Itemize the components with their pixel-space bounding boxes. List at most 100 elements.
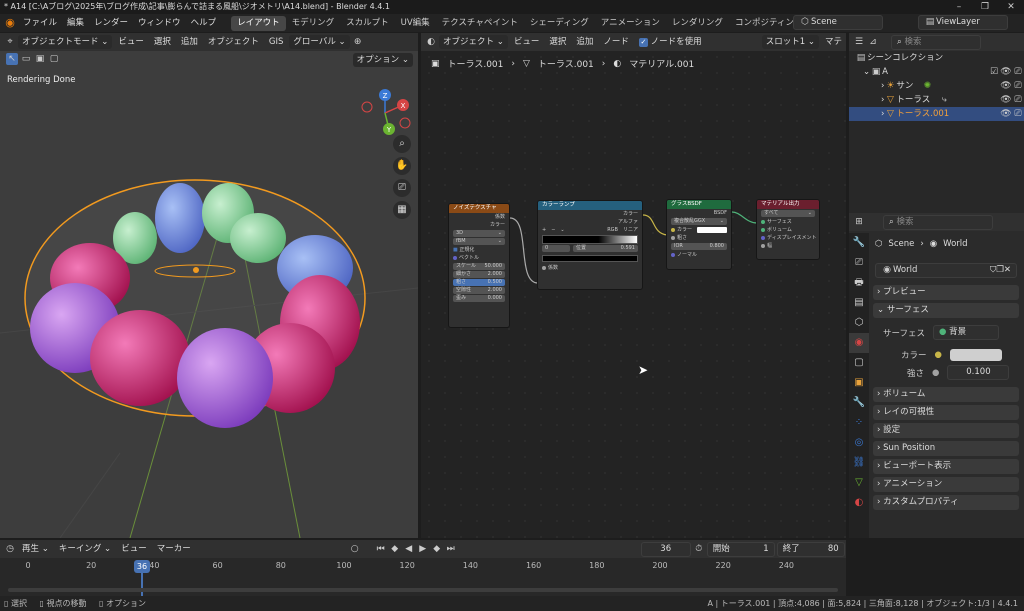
panel-sun-position[interactable]: › Sun Position bbox=[873, 441, 1019, 456]
output-fac[interactable]: 係数 bbox=[449, 213, 509, 221]
particles-tab-icon[interactable]: ⁘ bbox=[849, 413, 869, 433]
outliner[interactable]: ☰ ⊿ ⌕ 検索 ▤ シーンコレクション ⌄ ▣ A ☑ 👁 ⎚ › ☀ サン ✺ 👁 ⎚ › ▽ トーラ… bbox=[849, 33, 1024, 213]
stopwatch-icon[interactable]: ⏱ bbox=[693, 543, 705, 555]
tab-rendering[interactable]: レンダリング bbox=[666, 16, 729, 31]
current-frame-field[interactable]: 36 bbox=[640, 541, 691, 557]
zoom-icon[interactable]: ⌕ bbox=[393, 135, 411, 153]
timeline-menu-keying[interactable]: キーイング ⌄ bbox=[55, 541, 115, 557]
eye-icon[interactable]: 👁 bbox=[1000, 80, 1012, 92]
eye-icon[interactable]: 👁 bbox=[1000, 66, 1012, 78]
field-distortion[interactable]: 歪み 0.000 bbox=[453, 295, 505, 302]
color-ramp-node[interactable]: カラーランプ カラー アルファ + − ⌄ RGB リニア 0 位置 0.591 … bbox=[537, 200, 643, 290]
record-icon[interactable]: ○ bbox=[349, 543, 361, 555]
output-bsdf[interactable]: BSDF bbox=[667, 209, 731, 217]
physics-tab-icon[interactable]: ◎ bbox=[849, 433, 869, 453]
camera-icon[interactable]: ⎚ bbox=[393, 179, 411, 197]
play-reverse-icon[interactable]: ◀ bbox=[403, 543, 415, 555]
tab-texture-paint[interactable]: テクスチャペイント bbox=[436, 16, 524, 31]
panel-custom-props[interactable]: › カスタムプロパティ bbox=[873, 495, 1019, 510]
unlink-icon[interactable]: ✕ bbox=[1004, 264, 1011, 277]
render-tab-icon[interactable]: ⎚ bbox=[849, 253, 869, 273]
field-lacunarity[interactable]: 空隙性 2.000 bbox=[453, 287, 505, 294]
duplicate-icon[interactable]: ❐ bbox=[996, 264, 1004, 277]
tab-uv[interactable]: UV編集 bbox=[395, 16, 436, 31]
world-datablock[interactable]: ◉ World ⛉ ❐ ✕ bbox=[875, 263, 1017, 278]
output-color[interactable]: カラー bbox=[538, 210, 642, 218]
scene-selector[interactable]: ⬡ Scene bbox=[793, 15, 883, 30]
close-button[interactable]: ✕ bbox=[998, 0, 1024, 14]
outliner-row-collection-a[interactable]: ⌄ ▣ A ☑ 👁 ⎚ bbox=[849, 65, 1024, 79]
constraints-tab-icon[interactable]: ⛓ bbox=[849, 453, 869, 473]
jump-start-icon[interactable]: ⏮ bbox=[375, 543, 387, 555]
properties-editor[interactable]: ⊞ ⌕ 検索 🔧 ⎚ 🖶 ▤ ⬡ ◉ ▢ ▣ 🔧 ⁘ ◎ ⛓ ▽ ◐ ⬡ Scen… bbox=[849, 213, 1024, 538]
timeline-menu-view[interactable]: ビュー bbox=[117, 541, 151, 557]
timeline-menu-playback[interactable]: 再生 ⌄ bbox=[18, 541, 53, 557]
stop-position-field[interactable]: 位置 0.591 bbox=[573, 245, 638, 252]
interp-dropdown[interactable]: リニア bbox=[623, 226, 638, 234]
noise-type-dropdown[interactable]: fBM ⌄ bbox=[453, 238, 505, 245]
color-swatch[interactable] bbox=[949, 349, 1002, 361]
tab-modeling[interactable]: モデリング bbox=[286, 16, 341, 31]
next-key-icon[interactable]: ◆ bbox=[431, 543, 443, 555]
glass-bsdf-node[interactable]: グラスBSDF BSDF 複合散乱GGX ⌄ カラー 粗さ IOR 0.800 ノー… bbox=[666, 199, 732, 270]
field-detail[interactable]: 細かさ 2.000 bbox=[453, 271, 505, 278]
maximize-button[interactable]: ❐ bbox=[972, 0, 998, 14]
start-frame-field[interactable]: 開始 1 bbox=[706, 541, 775, 557]
camera-icon[interactable]: ⎚ bbox=[1012, 94, 1024, 106]
pan-hand-icon[interactable]: ✋ bbox=[393, 157, 411, 175]
panel-surface[interactable]: ⌄ サーフェス bbox=[873, 303, 1019, 318]
outliner-row-torus-001[interactable]: › ▽ トーラス.001 👁 ⎚ bbox=[849, 107, 1024, 121]
menu-file[interactable]: ファイル bbox=[18, 14, 62, 32]
minimize-button[interactable]: – bbox=[946, 0, 972, 14]
stop-index-field[interactable]: 0 bbox=[542, 245, 570, 252]
ramp-menu-button[interactable]: ⌄ bbox=[560, 226, 564, 234]
outliner-row-scene-collection[interactable]: ▤ シーンコレクション bbox=[849, 51, 1024, 65]
tool-tab-icon[interactable]: 🔧 bbox=[849, 233, 869, 253]
editor-type-icon[interactable]: ◷ bbox=[4, 543, 16, 555]
gizmo-neg-x2[interactable] bbox=[399, 117, 411, 129]
normalize-checkbox[interactable]: ■ 正規化 bbox=[449, 246, 509, 254]
ramp-gradient[interactable] bbox=[542, 235, 638, 244]
eye-icon[interactable]: 👁 bbox=[1000, 94, 1012, 106]
output-color[interactable]: カラー bbox=[449, 221, 509, 229]
field-roughness[interactable]: 粗さ 0.500 bbox=[453, 279, 505, 286]
camera-icon[interactable]: ⎚ bbox=[1012, 108, 1024, 120]
menu-render[interactable]: レンダー bbox=[89, 14, 133, 32]
ior-field[interactable]: IOR 0.800 bbox=[671, 243, 727, 250]
shader-node-editor[interactable]: ◐ オブジェクト ⌄ ビュー 選択 追加 ノード ✓ ノードを使用 スロット1 … bbox=[421, 33, 846, 538]
output-alpha[interactable]: アルファ bbox=[538, 218, 642, 226]
perspective-grid-icon[interactable]: ▦ bbox=[393, 201, 411, 219]
editor-type-icon[interactable]: ⊞ bbox=[853, 216, 865, 228]
output-tab-icon[interactable]: 🖶 bbox=[849, 273, 869, 293]
checkbox-icon[interactable]: ☑ bbox=[988, 66, 1000, 78]
camera-icon[interactable]: ⎚ bbox=[1012, 80, 1024, 92]
blender-logo-icon[interactable]: ◉ bbox=[4, 17, 16, 29]
strength-field[interactable]: 0.100 bbox=[947, 365, 1010, 380]
view-layer-tab-icon[interactable]: ▤ bbox=[849, 293, 869, 313]
gizmo-neg-x[interactable] bbox=[361, 101, 373, 113]
properties-search[interactable]: ⌕ 検索 bbox=[883, 214, 993, 230]
outliner-row-torus[interactable]: › ▽ トーラス ⤷ 👁 ⎚ bbox=[849, 93, 1024, 107]
material-output-node[interactable]: マテリアル出力 すべて ⌄ サーフェス ボリューム ディスプレイスメント 幅 bbox=[756, 199, 820, 260]
viewlayer-selector[interactable]: ▤ ViewLayer bbox=[918, 15, 1008, 30]
panel-ray-visibility[interactable]: › レイの可視性 bbox=[873, 405, 1019, 420]
collection-tab-icon[interactable]: ▢ bbox=[849, 353, 869, 373]
panel-animation[interactable]: › アニメーション bbox=[873, 477, 1019, 492]
remove-stop-button[interactable]: − bbox=[551, 226, 555, 234]
eye-icon[interactable]: 👁 bbox=[1000, 108, 1012, 120]
target-dropdown[interactable]: すべて ⌄ bbox=[761, 210, 815, 217]
end-frame-field[interactable]: 終了 80 bbox=[776, 541, 845, 557]
stop-color-swatch[interactable] bbox=[542, 255, 638, 262]
playhead[interactable]: 36 bbox=[134, 560, 150, 573]
editor-type-icon[interactable]: ☰ bbox=[853, 36, 865, 48]
color-mode-dropdown[interactable]: RGB bbox=[607, 226, 618, 234]
modifier-tab-icon[interactable]: 🔧 bbox=[849, 393, 869, 413]
color-swatch[interactable] bbox=[697, 227, 727, 233]
outliner-search[interactable]: ⌕ 検索 bbox=[891, 34, 981, 50]
panel-preview[interactable]: › プレビュー bbox=[873, 285, 1019, 300]
navigation-gizmo[interactable]: Z X Y bbox=[355, 83, 415, 143]
menu-help[interactable]: ヘルプ bbox=[186, 14, 222, 32]
play-icon[interactable]: ▶ bbox=[417, 543, 429, 555]
world-tab-icon[interactable]: ◉ bbox=[849, 333, 869, 353]
timeline-ruler[interactable]: 0 20 40 60 80 100 120 140 160 180 200 220 240 bbox=[0, 560, 846, 574]
